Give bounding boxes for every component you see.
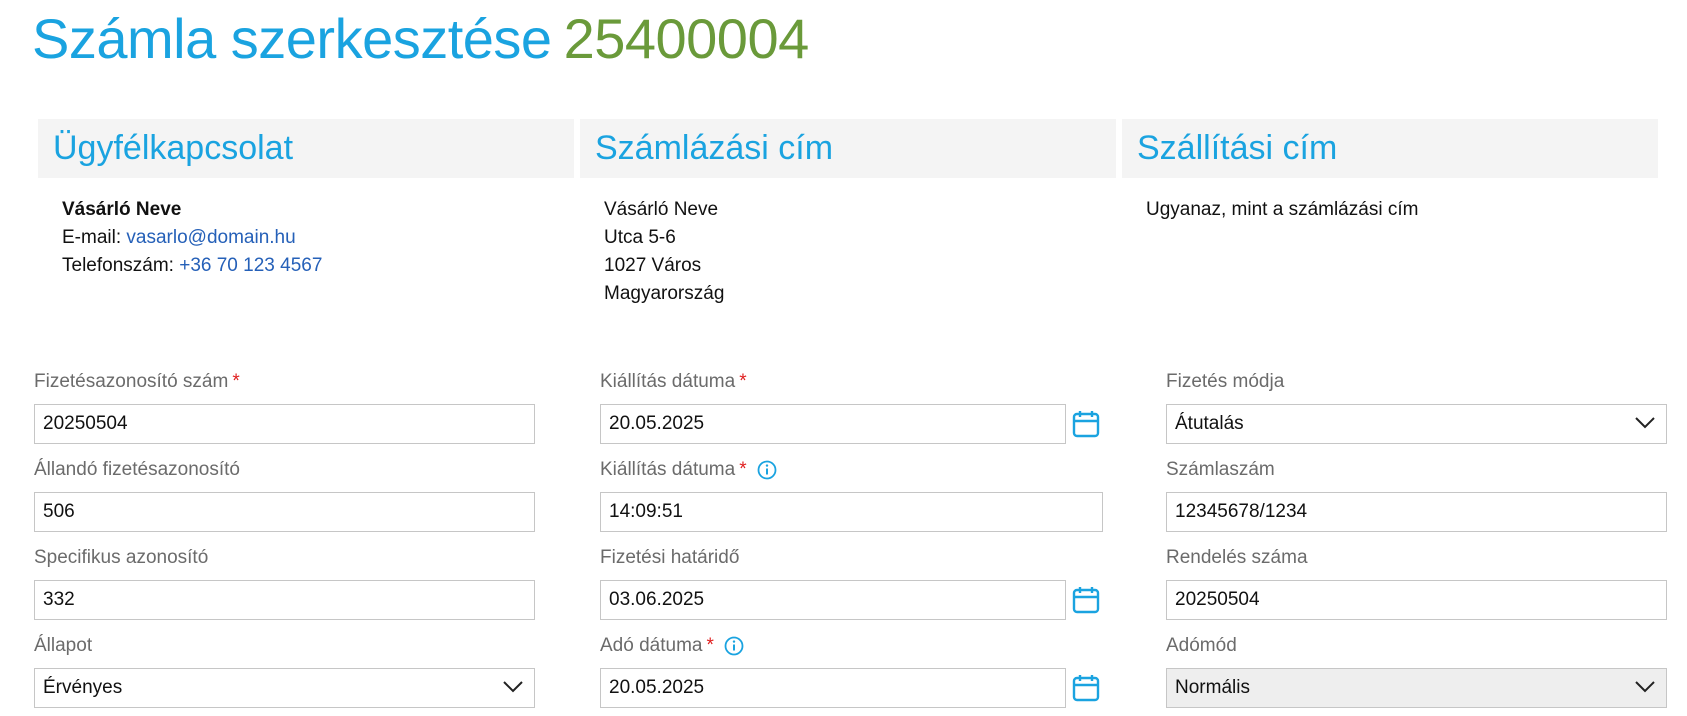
specific-id-field: Specifikus azonosító 332 [34,544,535,620]
calendar-icon[interactable] [1072,409,1100,439]
phone-label: Telefonszám: [62,255,174,276]
payment-method-select[interactable]: Átutalás [1166,404,1667,444]
required-mark: * [232,371,240,392]
required-mark: * [706,635,714,656]
issue-date-input[interactable]: 20.05.2025 [600,404,1066,444]
invoice-number: 25400004 [563,7,810,70]
field-label: Számlaszám [1166,459,1275,480]
customer-email-row: E-mail: vasarlo@domain.hu [62,224,322,252]
payment-id-field: Fizetésazonosító szám * 20250504 [34,368,535,444]
order-number-field: Rendelés száma 20250504 [1166,544,1667,620]
tax-date-field: Adó dátuma * 20.05.2025 [600,632,1066,708]
constant-payment-id-field: Állandó fizetésazonosító 506 [34,456,535,532]
field-label: Fizetésazonosító szám [34,371,229,392]
required-mark: * [739,459,747,480]
shipping-text: Ugyanaz, mint a számlázási cím [1146,199,1419,220]
constant-payment-id-input[interactable]: 506 [34,492,535,532]
chevron-down-icon [503,681,523,693]
calendar-icon[interactable] [1072,585,1100,615]
email-link[interactable]: vasarlo@domain.hu [126,227,295,248]
field-label: Fizetési határidő [600,547,740,568]
field-label: Kiállítás dátuma [600,459,736,480]
email-label: E-mail: [62,227,122,248]
due-date-field: Fizetési határidő 03.06.2025 [600,544,1066,620]
status-select[interactable]: Érvényes [34,668,535,708]
shipping-panel-body: Ugyanaz, mint a számlázási cím [1146,196,1418,224]
page-title: Számla szerkesztése 25400004 [32,6,809,71]
payment-method-field: Fizetés módja Átutalás [1166,368,1667,444]
status-select-value: Érvényes [43,677,123,698]
issue-time-field: Kiállítás dátuma * 14:09:51 [600,456,1103,532]
customer-panel-body: Vásárló Neve E-mail: vasarlo@domain.hu T… [62,196,322,280]
payment-id-input[interactable]: 20250504 [34,404,535,444]
page-title-text: Számla szerkesztése [32,7,552,70]
chevron-down-icon [1635,681,1655,693]
field-label: Állandó fizetésazonosító [34,459,240,480]
tax-mode-value: Normális [1175,677,1250,698]
billing-line: Utca 5-6 [604,227,676,248]
info-icon[interactable] [724,636,744,656]
field-label: Adómód [1166,635,1237,656]
billing-panel-body: Vásárló Neve Utca 5-6 1027 Város Magyaro… [604,196,724,308]
specific-id-input[interactable]: 332 [34,580,535,620]
phone-link[interactable]: +36 70 123 4567 [179,255,322,276]
status-field: Állapot Érvényes [34,632,535,708]
chevron-down-icon [1635,417,1655,429]
customer-panel-heading: Ügyfélkapcsolat [38,119,574,178]
billing-line: 1027 Város [604,255,702,276]
field-label: Kiállítás dátuma [600,371,736,392]
billing-line: Magyarország [604,283,725,304]
billing-panel-heading: Számlázási cím [580,119,1116,178]
calendar-icon[interactable] [1072,673,1100,703]
field-label: Állapot [34,635,93,656]
field-label: Fizetés módja [1166,371,1285,392]
billing-line: Vásárló Neve [604,199,719,220]
due-date-input[interactable]: 03.06.2025 [600,580,1066,620]
shipping-panel-heading: Szállítási cím [1122,119,1658,178]
required-mark: * [739,371,747,392]
issue-date-field: Kiállítás dátuma * 20.05.2025 [600,368,1066,444]
payment-method-value: Átutalás [1175,413,1244,434]
field-label: Adó dátuma [600,635,703,656]
issue-time-input[interactable]: 14:09:51 [600,492,1103,532]
account-number-input[interactable]: 12345678/1234 [1166,492,1667,532]
tax-date-input[interactable]: 20.05.2025 [600,668,1066,708]
info-icon[interactable] [757,460,777,480]
account-number-field: Számlaszám 12345678/1234 [1166,456,1667,532]
tax-mode-field: Adómód Normális [1166,632,1667,708]
customer-name: Vásárló Neve [62,199,182,220]
field-label: Specifikus azonosító [34,547,209,568]
field-label: Rendelés száma [1166,547,1308,568]
order-number-input[interactable]: 20250504 [1166,580,1667,620]
customer-phone-row: Telefonszám: +36 70 123 4567 [62,252,322,280]
tax-mode-select[interactable]: Normális [1166,668,1667,708]
